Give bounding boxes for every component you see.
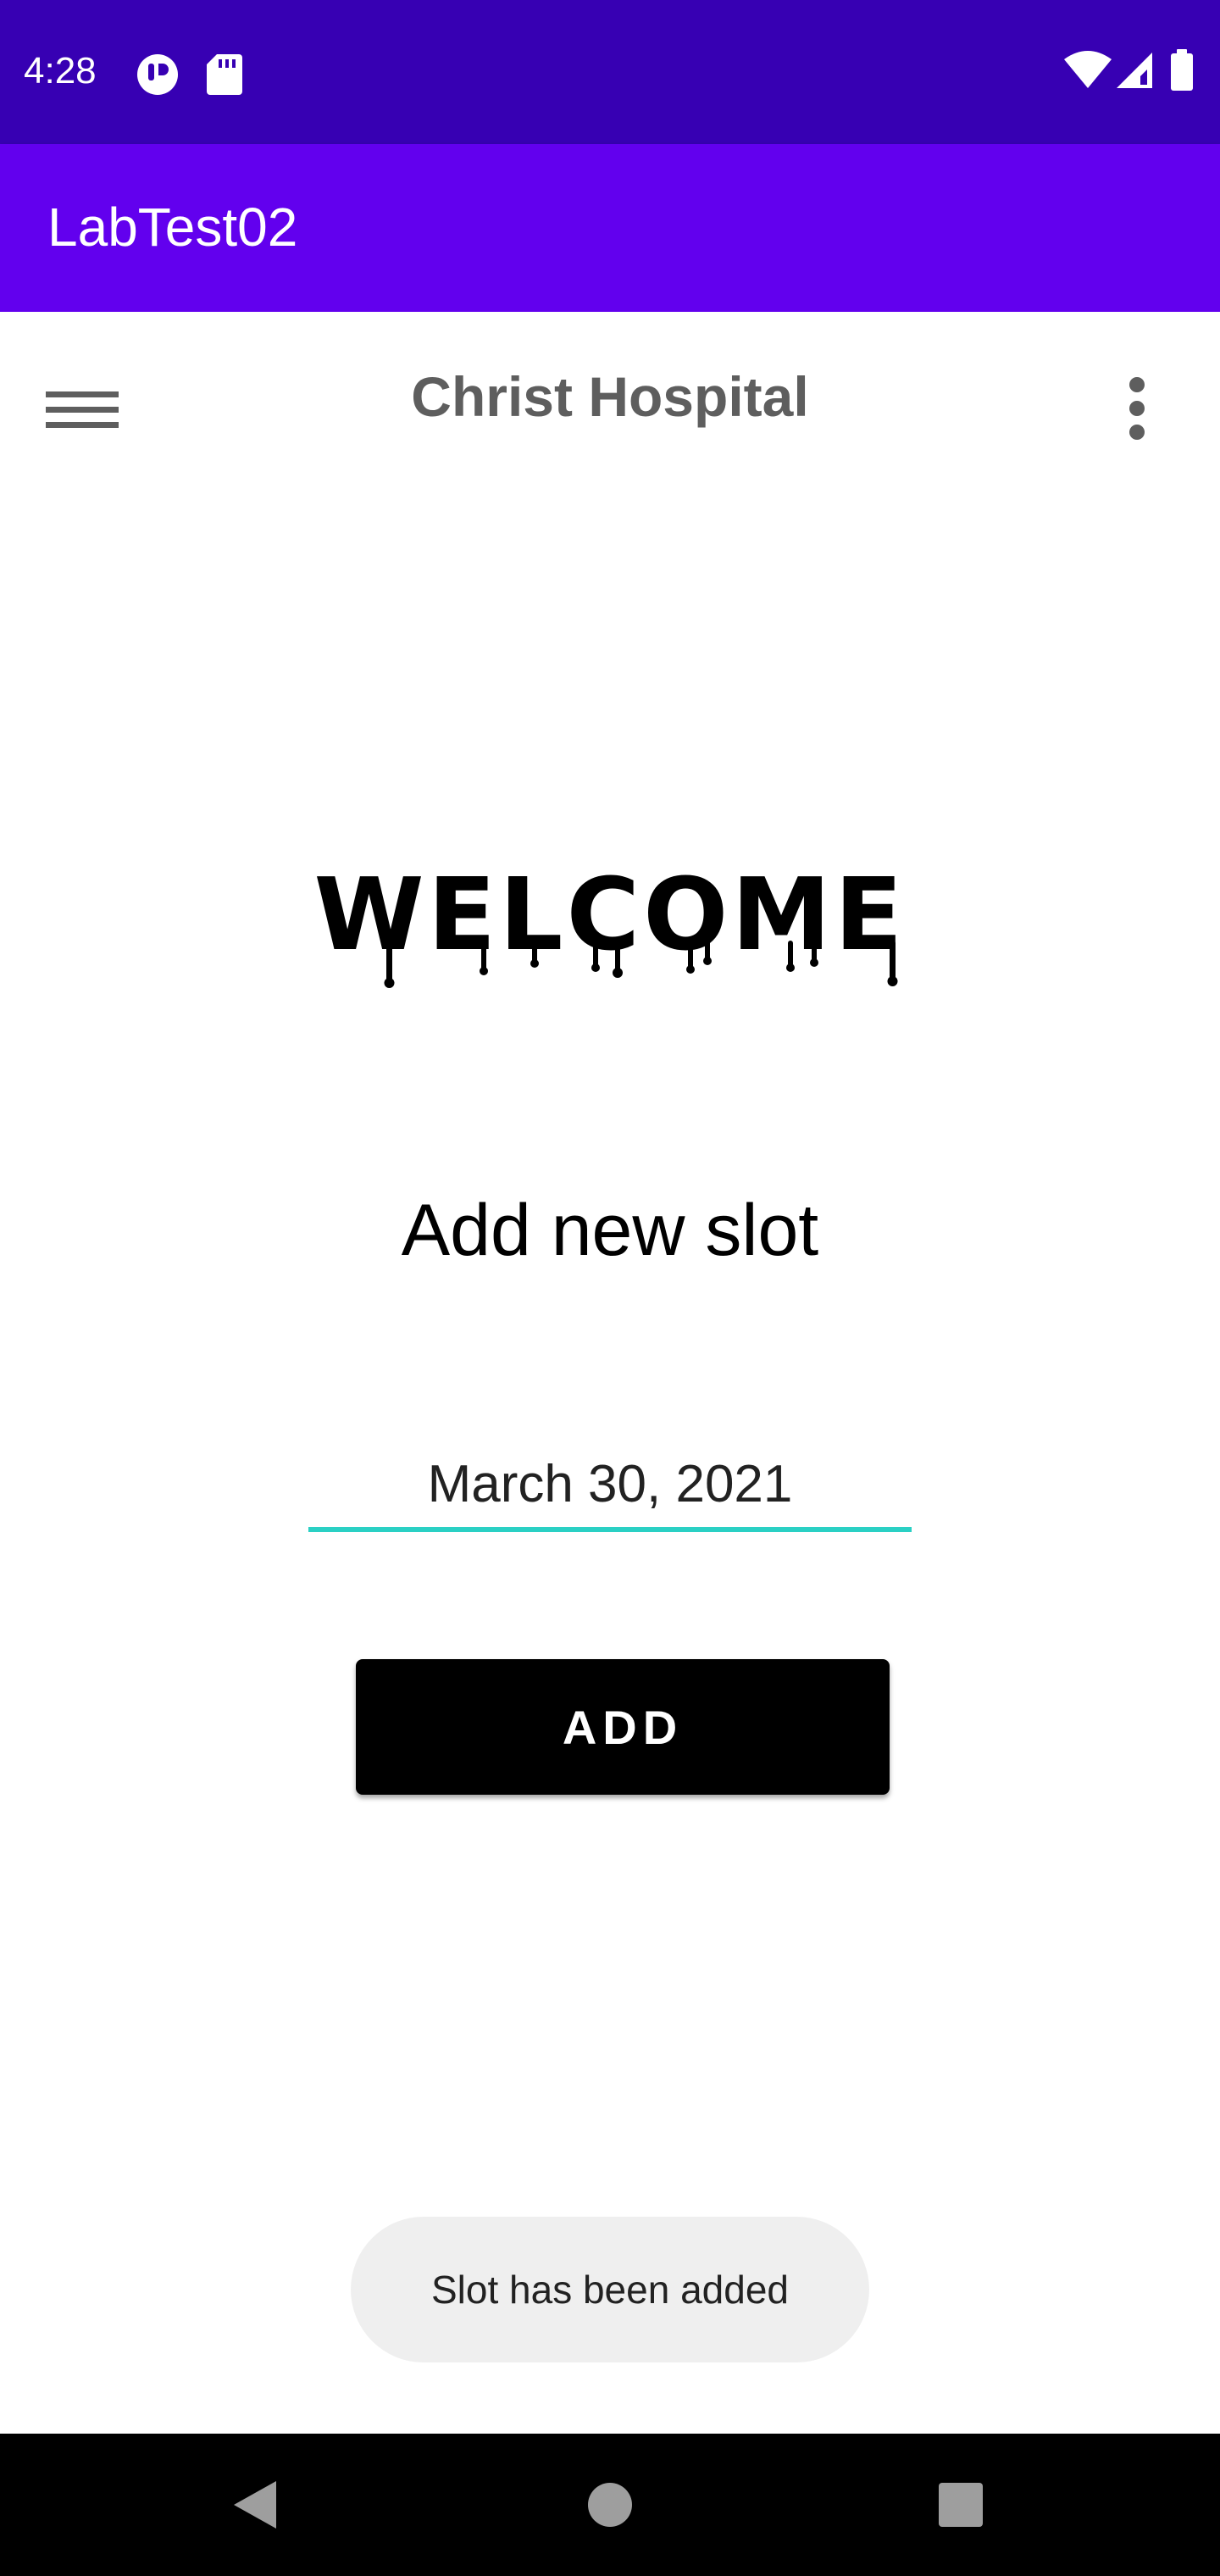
app-title: LabTest02 <box>47 197 298 258</box>
sd-card-icon <box>205 53 244 101</box>
app-notification-icon <box>136 53 180 101</box>
home-icon <box>568 2483 652 2551</box>
toast-message: Slot has been added <box>430 2268 790 2312</box>
cellular-signal-icon <box>1115 51 1154 94</box>
home-button[interactable] <box>568 2462 652 2547</box>
recents-button[interactable] <box>918 2462 1003 2547</box>
recents-icon <box>918 2483 1003 2551</box>
menu-button[interactable] <box>34 359 132 458</box>
welcome-banner: WELCOME <box>246 856 974 991</box>
overflow-menu-button[interactable] <box>1101 359 1173 458</box>
toolbar: Christ Hospital <box>0 312 1220 481</box>
screen: 4:28 LabTest02 Christ Hospital WELCOME A… <box>0 0 1220 2576</box>
add-slot-heading: Add new slot <box>401 1190 819 1271</box>
status-bar: 4:28 <box>0 0 1220 144</box>
battery-icon <box>1169 49 1195 96</box>
add-button[interactable]: ADD <box>356 1659 890 1795</box>
hamburger-menu-icon <box>34 391 132 461</box>
back-button[interactable] <box>212 2462 297 2547</box>
toolbar-title: Christ Hospital <box>411 365 809 428</box>
wifi-icon <box>1062 51 1113 94</box>
date-field[interactable] <box>308 1441 912 1532</box>
welcome-text: WELCOME <box>314 856 907 973</box>
more-vert-icon <box>1101 377 1173 461</box>
app-bar: LabTest02 <box>0 144 1220 312</box>
toast: Slot has been added <box>351 2217 869 2362</box>
status-time: 4:28 <box>24 50 97 92</box>
back-icon <box>212 2481 297 2551</box>
nav-bar <box>0 2434 1220 2576</box>
